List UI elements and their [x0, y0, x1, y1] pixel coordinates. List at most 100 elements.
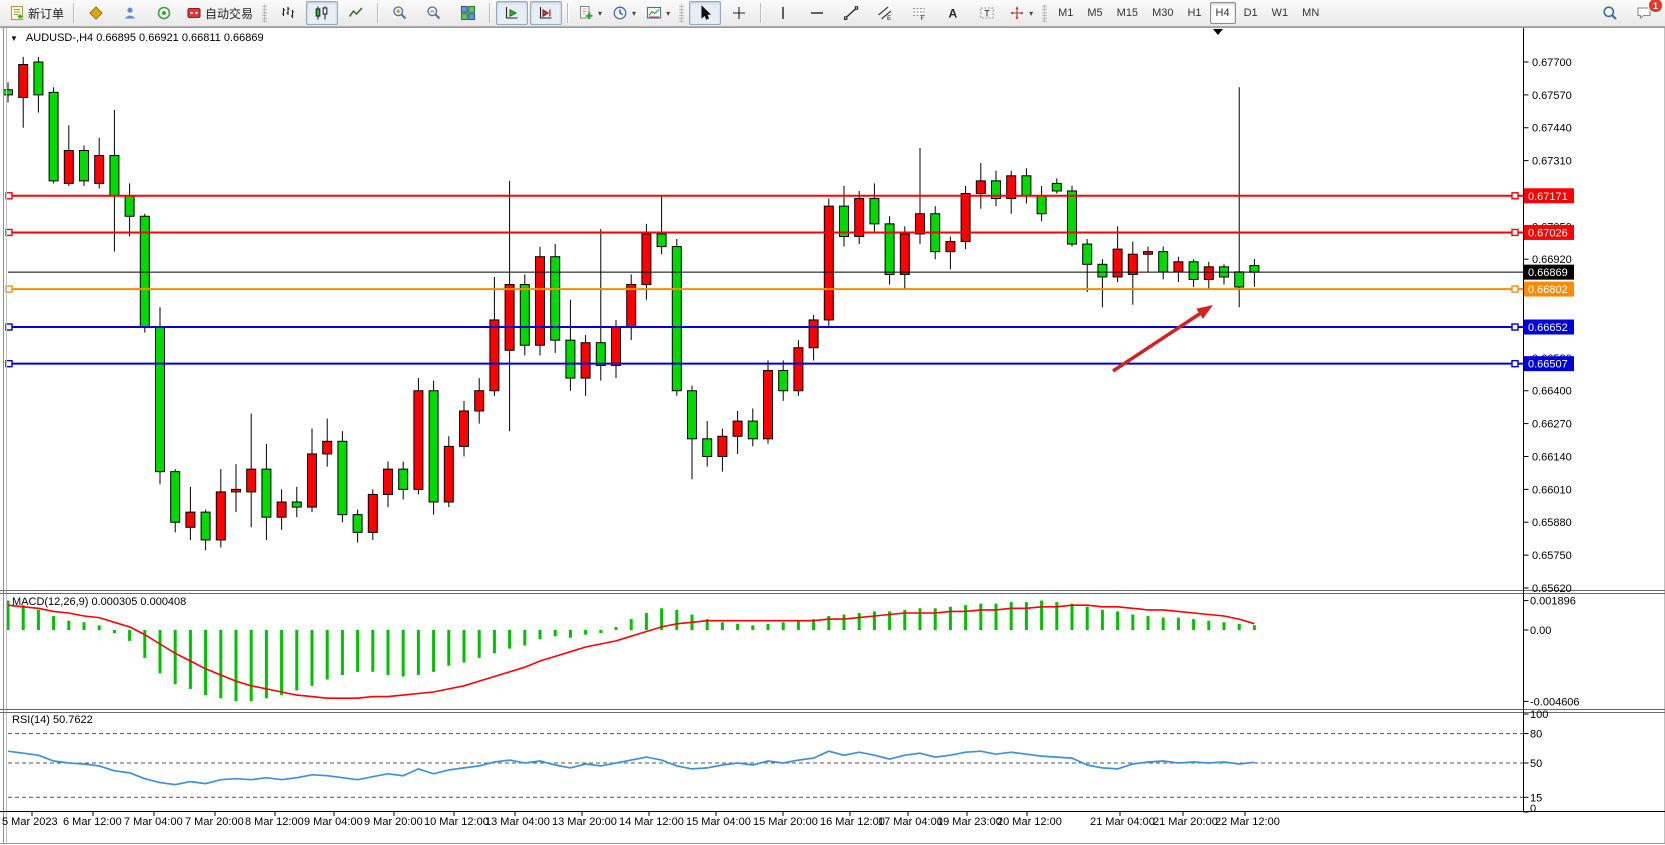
autotrade-icon	[186, 5, 202, 21]
timeframe-button-w1[interactable]: W1	[1266, 2, 1295, 24]
svg-text:0.65620: 0.65620	[1532, 583, 1572, 595]
chart-title-text: AUDUSD-,H4 0.66895 0.66921 0.66811 0.668…	[26, 32, 264, 44]
indicators-button[interactable]: ▾	[574, 1, 606, 25]
chart-shift-button[interactable]	[530, 1, 562, 25]
chart-title: ▼ AUDUSD-,H4 0.66895 0.66921 0.66811 0.6…	[10, 32, 264, 44]
chevron-down-icon[interactable]: ▾	[666, 9, 670, 18]
chat-button[interactable]: 1	[1628, 1, 1660, 25]
tile-windows-icon	[460, 5, 476, 21]
arrows-button[interactable]: ▾	[1005, 1, 1037, 25]
chevron-down-icon[interactable]: ▾	[598, 9, 602, 18]
svg-text:0.66869: 0.66869	[1528, 267, 1568, 279]
auto-trading-button[interactable]: 自动交易	[182, 1, 257, 25]
svg-text:10 Mar 12:00: 10 Mar 12:00	[424, 816, 489, 828]
trendline-button[interactable]	[835, 1, 867, 25]
notification-badge: 1	[1648, 0, 1663, 13]
crosshair-icon	[731, 5, 747, 21]
new-order-button[interactable]: 新订单	[5, 1, 68, 25]
timeframe-button-h1[interactable]: H1	[1181, 2, 1207, 24]
rsi-indicator-label: RSI(14) 50.7622	[12, 714, 93, 726]
svg-text:0.66400: 0.66400	[1532, 386, 1572, 398]
community-button[interactable]	[114, 1, 146, 25]
periods-button[interactable]: ▾	[608, 1, 640, 25]
community-icon	[122, 5, 138, 21]
svg-text:16 Mar 12:00: 16 Mar 12:00	[820, 816, 885, 828]
price-axis[interactable]: 0.677000.675700.674400.673100.671800.670…	[1524, 57, 1580, 815]
svg-text:80: 80	[1530, 729, 1542, 741]
svg-text:22 Mar 12:00: 22 Mar 12:00	[1215, 816, 1280, 828]
svg-text:0.65750: 0.65750	[1532, 550, 1572, 562]
svg-text:9 Mar 04:00: 9 Mar 04:00	[304, 816, 363, 828]
templates-icon	[646, 5, 662, 21]
tile-windows-button[interactable]	[452, 1, 484, 25]
fibonacci-icon: F	[911, 5, 927, 21]
candlestick-chart-button[interactable]	[306, 1, 338, 25]
zoom-out-button[interactable]	[418, 1, 450, 25]
timeframe-button-m5[interactable]: M5	[1081, 2, 1108, 24]
arrow-annotation	[1113, 305, 1213, 371]
rsi-line	[8, 751, 1254, 784]
chart-canvas[interactable]: 0.677000.675700.674400.673100.671800.670…	[0, 0, 1665, 845]
text-icon: A	[945, 5, 961, 21]
chevron-down-icon[interactable]: ▾	[632, 9, 636, 18]
line-chart-button[interactable]	[340, 1, 372, 25]
timeframe-button-d1[interactable]: D1	[1238, 2, 1264, 24]
svg-text:0.67570: 0.67570	[1532, 90, 1572, 102]
auto-scroll-button[interactable]	[496, 1, 528, 25]
svg-text:0.66270: 0.66270	[1532, 419, 1572, 431]
timeframe-button-mn[interactable]: MN	[1296, 2, 1325, 24]
symbol-dropdown-icon[interactable]: ▼	[10, 34, 18, 43]
search-button[interactable]	[1594, 1, 1626, 25]
chart-frame	[0, 28, 1665, 844]
chart-shift-icon	[538, 5, 554, 21]
zoom-out-icon	[426, 5, 442, 21]
text-label-icon: T	[979, 5, 995, 21]
svg-text:9 Mar 20:00: 9 Mar 20:00	[364, 816, 423, 828]
rsi-panel	[8, 734, 1524, 798]
svg-text:17 Mar 04:00: 17 Mar 04:00	[878, 816, 943, 828]
text-label-button[interactable]: T	[971, 1, 1003, 25]
horizontal-line-button[interactable]	[801, 1, 833, 25]
svg-text:15 Mar 04:00: 15 Mar 04:00	[686, 816, 751, 828]
templates-button[interactable]: ▾	[642, 1, 674, 25]
svg-text:6 Mar 12:00: 6 Mar 12:00	[63, 816, 122, 828]
chevron-down-icon[interactable]: ▾	[1029, 9, 1033, 18]
timeframe-button-h4[interactable]: H4	[1210, 2, 1236, 24]
toolbar-grip	[262, 4, 267, 22]
horizontal-line-objects	[6, 193, 1524, 367]
svg-text:5 Mar 2023: 5 Mar 2023	[2, 816, 58, 828]
chart-bars-icon	[280, 5, 296, 21]
svg-text:-0.004606: -0.004606	[1530, 696, 1580, 708]
bar-chart-button[interactable]	[272, 1, 304, 25]
channel-button[interactable]: E	[869, 1, 901, 25]
mql5-button[interactable]	[80, 1, 112, 25]
crosshair-button[interactable]	[723, 1, 755, 25]
svg-text:8 Mar 12:00: 8 Mar 12:00	[245, 816, 304, 828]
toolbar-grip	[1042, 4, 1047, 22]
trendline-icon	[843, 5, 859, 21]
time-axis[interactable]: 5 Mar 20236 Mar 12:007 Mar 04:007 Mar 20…	[2, 812, 1280, 829]
vertical-line-button[interactable]	[767, 1, 799, 25]
zoom-in-button[interactable]	[384, 1, 416, 25]
cursor-icon	[697, 5, 713, 21]
timeframe-button-m1[interactable]: M1	[1052, 2, 1079, 24]
zoom-in-icon	[392, 5, 408, 21]
timeframe-button-m15[interactable]: M15	[1111, 2, 1144, 24]
cursor-button[interactable]	[689, 1, 721, 25]
timeframe-button-m30[interactable]: M30	[1146, 2, 1179, 24]
chart-line-icon	[348, 5, 364, 21]
svg-text:0.66140: 0.66140	[1532, 451, 1572, 463]
svg-text:0.66920: 0.66920	[1532, 254, 1572, 266]
signals-icon	[156, 5, 172, 21]
macd-indicator-label: MACD(12,26,9) 0.000305 0.000408	[12, 596, 186, 608]
svg-text:0.00: 0.00	[1530, 625, 1551, 637]
toolbar-separator	[489, 3, 491, 23]
signals-button[interactable]	[148, 1, 180, 25]
horizontal-line-icon	[809, 5, 825, 21]
fibonacci-button[interactable]: F	[903, 1, 935, 25]
vertical-line-icon	[775, 5, 791, 21]
text-button[interactable]: A	[937, 1, 969, 25]
svg-text:7 Mar 04:00: 7 Mar 04:00	[124, 816, 183, 828]
svg-text:0.001896: 0.001896	[1530, 596, 1576, 608]
svg-text:0.66802: 0.66802	[1528, 284, 1568, 296]
